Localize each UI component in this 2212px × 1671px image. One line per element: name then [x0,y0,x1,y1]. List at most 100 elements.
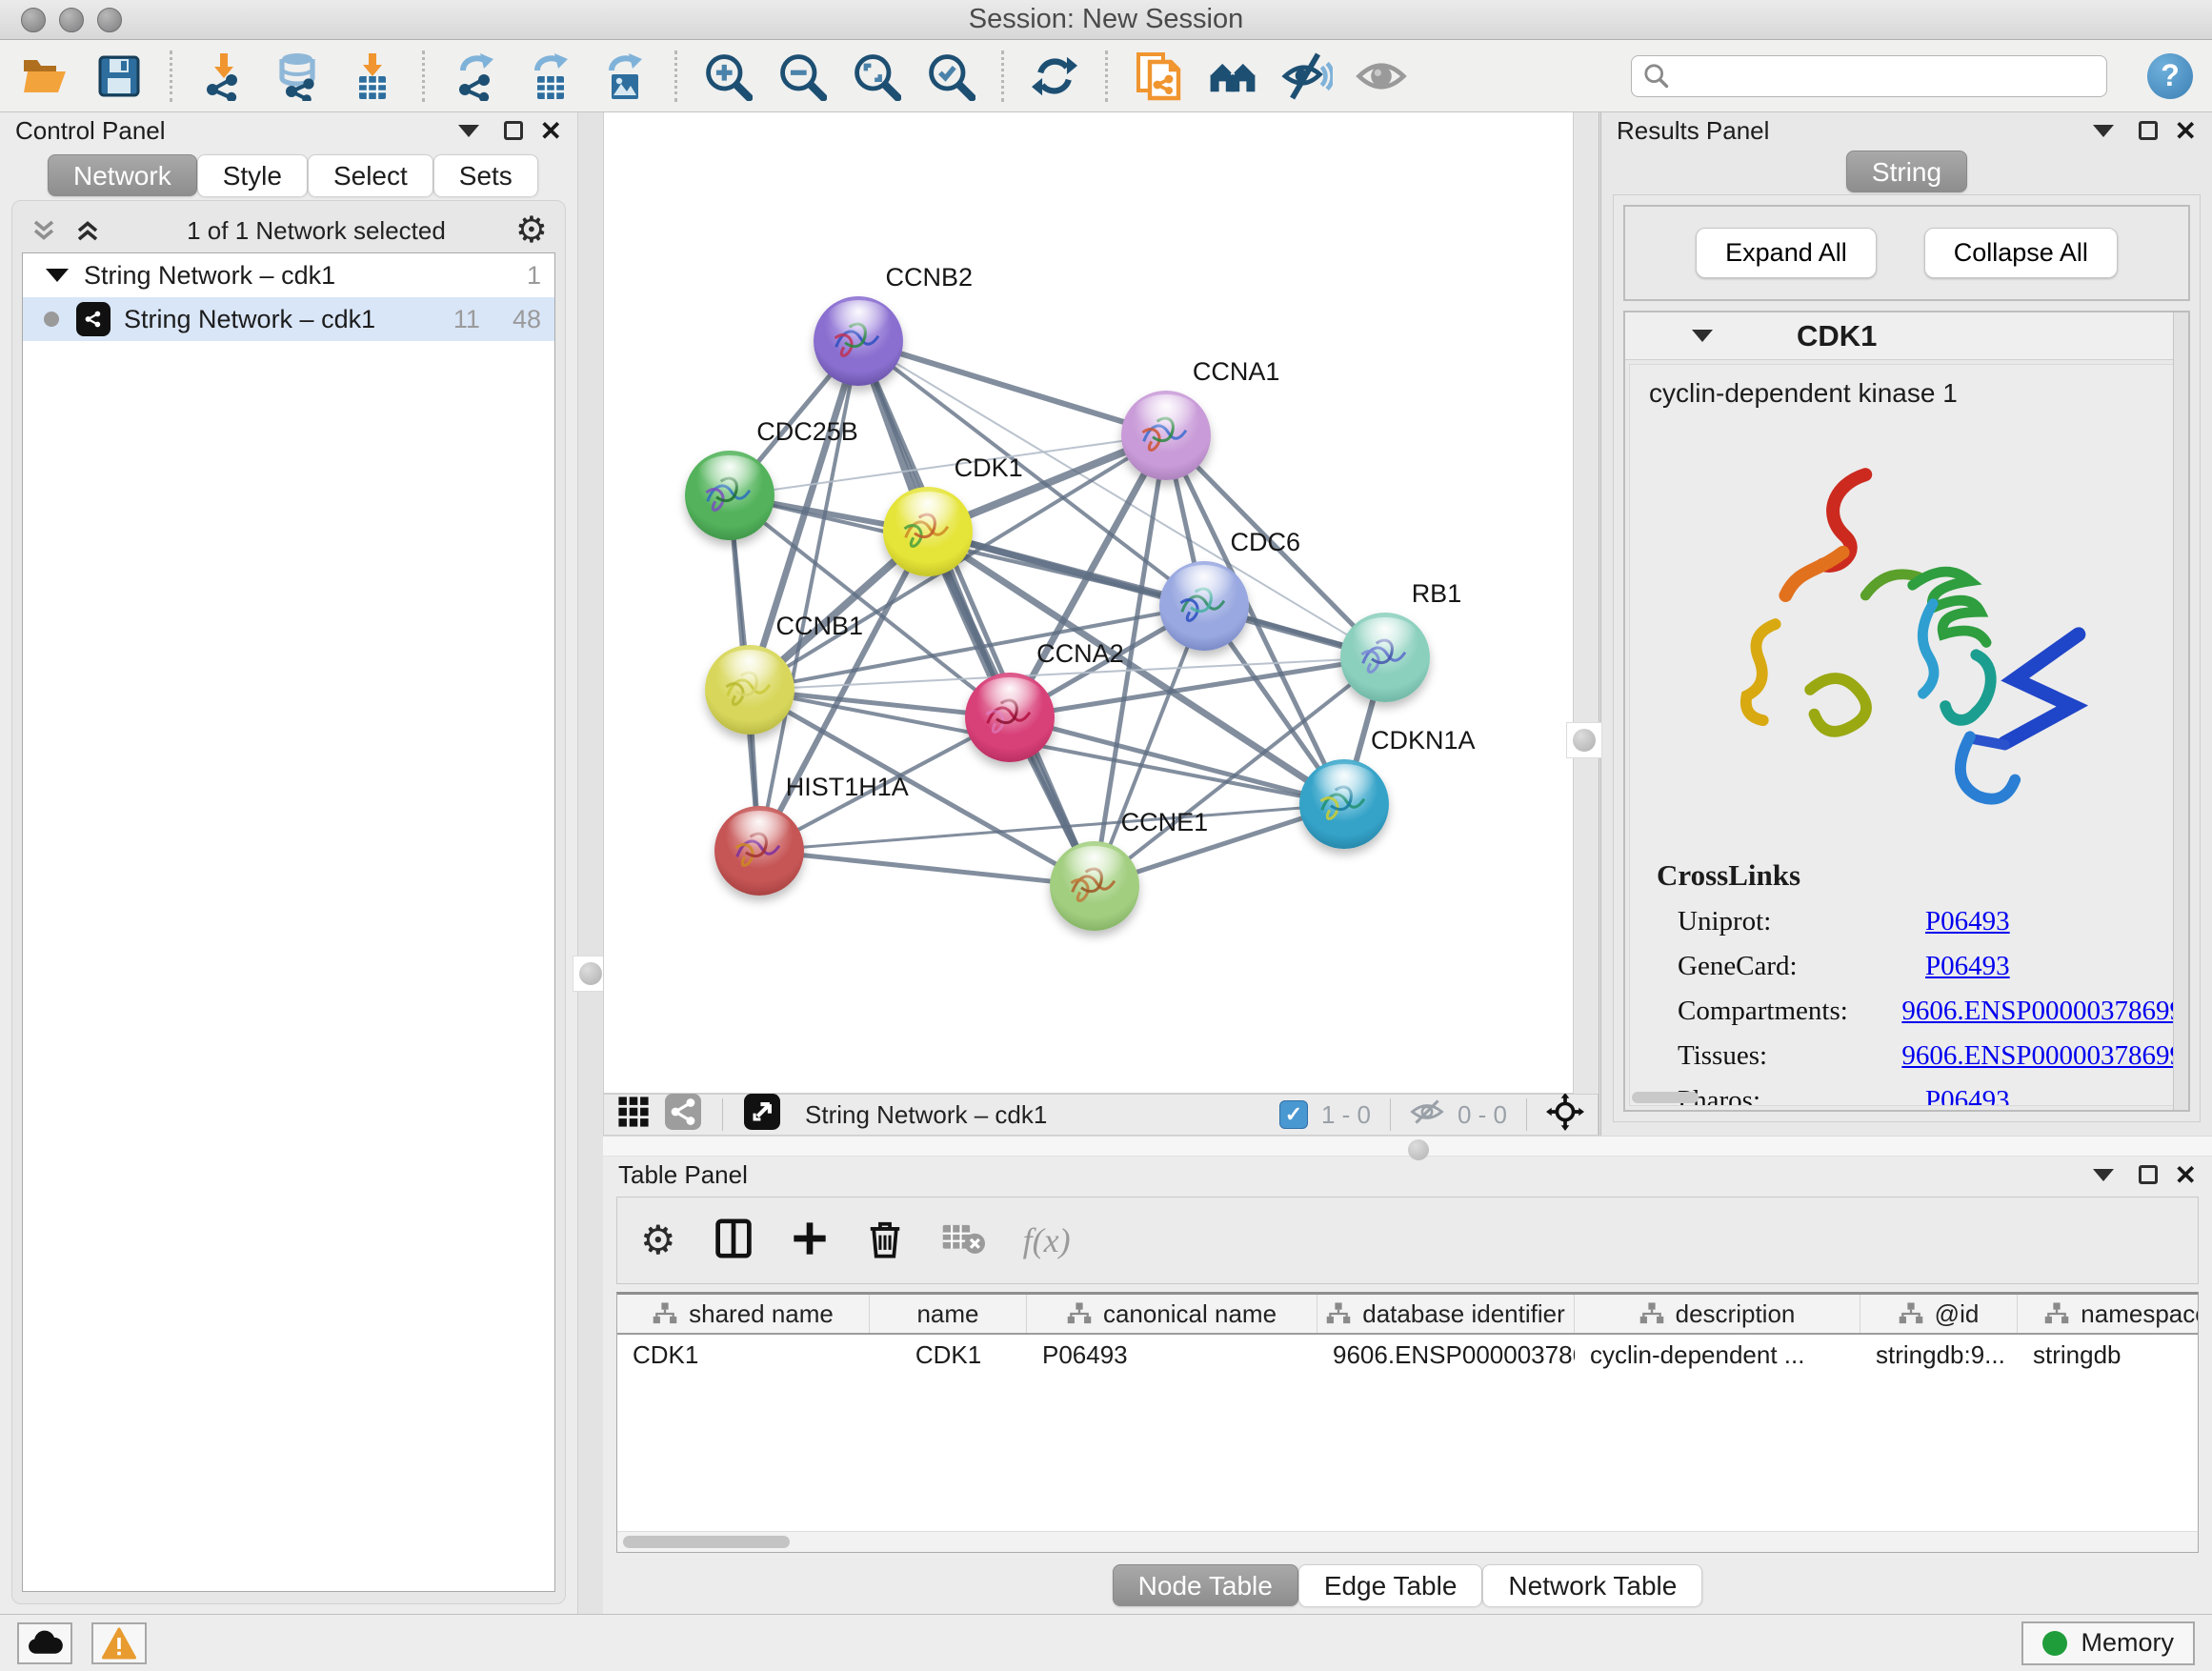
cloud-status-button[interactable] [17,1622,72,1664]
tab-string[interactable]: String [1846,151,1967,192]
left-splitter[interactable] [578,112,603,1614]
show-graphics-details-icon[interactable] [1356,50,1407,103]
column-header-shared-name[interactable]: shared name [617,1295,870,1333]
help-icon[interactable]: ? [2147,53,2193,99]
panel-close-icon[interactable]: ✕ [540,115,562,147]
delete-table-icon[interactable] [941,1221,985,1260]
zoom-selected-icon[interactable] [925,50,976,103]
crosslink-link[interactable]: 9606.ENSP00000378699 [1901,1040,2183,1071]
network-node-cdkn1a[interactable] [1299,759,1389,849]
column-header-database-identifier[interactable]: database identifier [1317,1295,1575,1333]
crosslink-link[interactable]: P06493 [1925,906,2010,936]
import-table-icon[interactable] [346,50,397,103]
network-node-cdk1[interactable] [883,487,973,576]
function-builder-icon[interactable]: f(x) [1023,1220,1071,1260]
import-network-icon[interactable] [197,50,249,103]
collapse-all-button[interactable]: Collapse All [1924,228,2118,278]
panel-menu-icon[interactable] [2093,125,2114,137]
panel-menu-icon[interactable] [2093,1169,2114,1181]
column-header--id[interactable]: @id [1860,1295,2018,1333]
network-node-ccnb1[interactable] [705,645,794,735]
panel-float-icon[interactable] [2139,121,2158,140]
column-header-name[interactable]: name [870,1295,1027,1333]
warnings-button[interactable] [91,1622,147,1664]
network-options-gear-icon[interactable]: ⚙ [515,212,548,249]
network-node-ccnb2[interactable] [814,296,903,386]
close-window-button[interactable] [21,8,46,32]
panel-menu-icon[interactable] [458,125,479,137]
show-columns-icon[interactable] [714,1218,753,1264]
expand-all-button[interactable]: Expand All [1696,228,1877,278]
toolbar-search[interactable] [1631,55,2107,97]
fit-selected-crosshair-icon[interactable] [1546,1093,1584,1137]
expand-all-networks-icon[interactable] [73,216,102,245]
refresh-layout-icon[interactable] [1029,50,1080,103]
zoom-in-icon[interactable] [702,50,754,103]
open-session-icon[interactable] [19,50,70,103]
crosslink-link[interactable]: 9606.ENSP00000378699 [1901,996,2183,1026]
import-network-from-database-icon[interactable] [271,50,323,103]
network-node-ccna1[interactable] [1121,391,1211,480]
tab-node-table[interactable]: Node Table [1113,1564,1298,1606]
network-node-ccna2[interactable] [965,673,1055,762]
network-node-rb1[interactable] [1340,613,1430,702]
network-collection-row[interactable]: String Network – cdk1 1 [23,253,554,297]
selected-checkbox-icon[interactable]: ✓ [1279,1100,1308,1129]
results-horizontal-scroll-thumb[interactable] [1632,1092,1699,1103]
column-header-description[interactable]: description [1575,1295,1860,1333]
column-header-namespace[interactable]: namespace [2018,1295,2199,1333]
search-input[interactable] [1678,61,2095,91]
results-vertical-scrollbar[interactable] [2173,312,2188,1110]
tab-edge-table[interactable]: Edge Table [1298,1564,1483,1606]
column-header-canonical-name[interactable]: canonical name [1027,1295,1317,1333]
window-controls[interactable] [21,8,122,32]
table-row[interactable]: CDK1CDK1P064939606.ENSP00000378699cyclin… [617,1335,2198,1375]
share-document-icon[interactable] [1133,50,1184,103]
export-table-icon[interactable] [524,50,575,103]
collapse-all-networks-icon[interactable] [30,216,58,245]
crosslink-link[interactable]: P06493 [1925,1085,2010,1106]
panel-float-icon[interactable] [504,121,523,140]
right-splitter-handle[interactable] [1566,722,1602,758]
right-splitter[interactable] [1574,112,1599,1094]
table-scroll-thumb[interactable] [623,1536,790,1548]
hidden-eye-icon[interactable] [1410,1097,1444,1133]
tab-sets[interactable]: Sets [433,154,538,196]
table-horizontal-scrollbar[interactable] [617,1531,2198,1552]
hide-unhide-icon[interactable] [1281,50,1333,103]
protein-section-header[interactable]: CDK1 [1625,312,2188,360]
birds-eye-view-icon[interactable] [744,1094,780,1137]
panel-close-icon[interactable]: ✕ [2175,115,2197,147]
tab-network[interactable]: Network [48,154,197,196]
network-row[interactable]: String Network – cdk1 11 48 [23,297,554,341]
collection-expander-icon[interactable] [46,269,69,282]
panel-float-icon[interactable] [2139,1165,2158,1184]
section-expander-icon[interactable] [1692,330,1713,342]
tab-select[interactable]: Select [308,154,433,196]
home-networks-icon[interactable] [1207,50,1258,103]
crosslink-link[interactable]: P06493 [1925,951,2010,981]
panel-close-icon[interactable]: ✕ [2175,1159,2197,1191]
network-node-ccne1[interactable] [1050,841,1139,931]
horizontal-splitter-handle[interactable] [1408,1139,1429,1160]
horizontal-splitter[interactable] [603,1136,2212,1157]
network-canvas[interactable]: CCNB2CCNA1CDC25BCDK1CDC6RB1CCNB1CCNA2CDK… [603,112,1574,1094]
export-image-icon[interactable] [598,50,650,103]
network-share-view-icon[interactable] [665,1094,701,1137]
network-node-hist1h1a[interactable] [714,806,804,896]
tab-network-table[interactable]: Network Table [1482,1564,1702,1606]
minimize-window-button[interactable] [59,8,84,32]
zoom-out-icon[interactable] [776,50,828,103]
table-options-gear-icon[interactable]: ⚙ [640,1220,676,1260]
network-node-cdc25b[interactable] [685,451,774,540]
memory-button[interactable]: Memory [2021,1621,2195,1665]
delete-column-icon[interactable] [867,1218,903,1264]
tab-style[interactable]: Style [197,154,308,196]
save-session-icon[interactable] [93,50,145,103]
export-network-icon[interactable] [450,50,501,103]
network-node-cdc6[interactable] [1159,561,1249,651]
create-column-icon[interactable] [791,1219,829,1262]
zoom-window-button[interactable] [97,8,122,32]
grid-view-icon[interactable] [617,1096,650,1135]
zoom-fit-icon[interactable] [851,50,902,103]
